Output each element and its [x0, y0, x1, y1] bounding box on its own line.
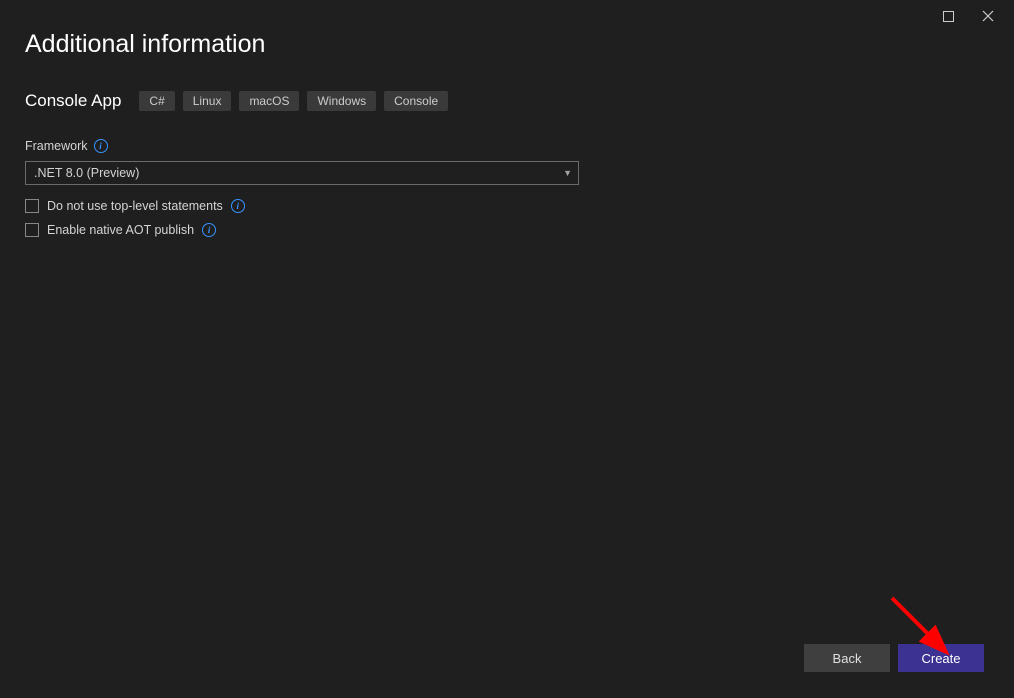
- framework-dropdown[interactable]: .NET 8.0 (Preview) ▼: [25, 161, 579, 185]
- tag-windows: Windows: [307, 91, 376, 111]
- tag-language: C#: [139, 91, 174, 111]
- framework-selected-value: .NET 8.0 (Preview): [34, 166, 139, 180]
- info-icon[interactable]: i: [231, 199, 245, 213]
- close-icon: [982, 10, 994, 22]
- native-aot-row: Enable native AOT publish i: [25, 223, 989, 237]
- close-button[interactable]: [974, 2, 1002, 30]
- top-level-statements-checkbox[interactable]: [25, 199, 39, 213]
- framework-label: Framework: [25, 139, 88, 153]
- chevron-down-icon: ▼: [563, 168, 572, 178]
- top-level-statements-row: Do not use top-level statements i: [25, 199, 989, 213]
- tag-linux: Linux: [183, 91, 232, 111]
- info-icon[interactable]: i: [94, 139, 108, 153]
- maximize-button[interactable]: [934, 2, 962, 30]
- create-button[interactable]: Create: [898, 644, 984, 672]
- framework-label-row: Framework i: [25, 139, 989, 153]
- dialog-footer: Back Create: [804, 644, 984, 672]
- project-type-row: Console App C# Linux macOS Windows Conso…: [25, 91, 989, 111]
- tag-macos: macOS: [239, 91, 299, 111]
- tag-console: Console: [384, 91, 448, 111]
- window-titlebar: [934, 0, 1014, 32]
- back-button[interactable]: Back: [804, 644, 890, 672]
- project-type-name: Console App: [25, 91, 121, 111]
- maximize-icon: [943, 11, 954, 22]
- info-icon[interactable]: i: [202, 223, 216, 237]
- native-aot-checkbox[interactable]: [25, 223, 39, 237]
- top-level-statements-label: Do not use top-level statements: [47, 199, 223, 213]
- native-aot-label: Enable native AOT publish: [47, 223, 194, 237]
- dialog-content: Additional information Console App C# Li…: [0, 0, 1014, 237]
- page-title: Additional information: [25, 30, 989, 59]
